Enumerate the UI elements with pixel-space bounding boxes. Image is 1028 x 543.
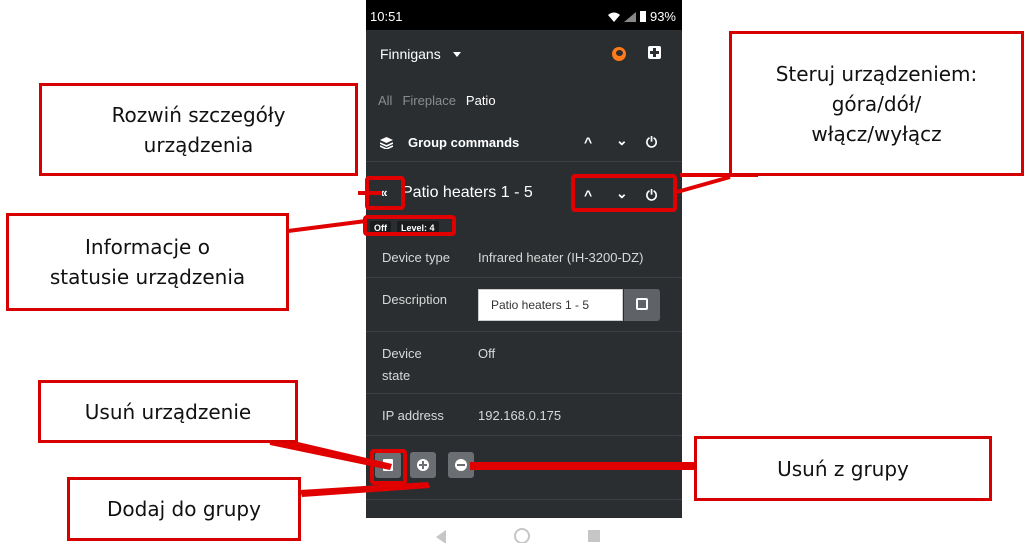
callout-control-line3: włącz/wyłącz bbox=[811, 121, 942, 146]
callout-expand-line1: Rozwiń szczegóły bbox=[111, 102, 286, 127]
callout-status: Informacje o statusie urządzenia bbox=[6, 213, 289, 311]
callout-remove-group: Usuń z grupy bbox=[694, 436, 992, 501]
callout-control-line2: góra/dół/ bbox=[831, 91, 922, 116]
callout-expand: Rozwiń szczegóły urządzenia bbox=[39, 83, 358, 176]
callout-delete: Usuń urządzenie bbox=[38, 380, 298, 443]
callout-add-group: Dodaj do grupy bbox=[67, 477, 301, 541]
callout-status-line2: statusie urządzenia bbox=[49, 265, 246, 289]
callout-control: Steruj urządzeniem: góra/dół/włącz/wyłącz bbox=[729, 31, 1024, 176]
callout-expand-line2: urządzenia bbox=[143, 132, 254, 157]
callout-control-line1: Steruj urządzeniem: bbox=[775, 61, 978, 86]
callout-status-line1: Informacje o bbox=[85, 235, 210, 259]
